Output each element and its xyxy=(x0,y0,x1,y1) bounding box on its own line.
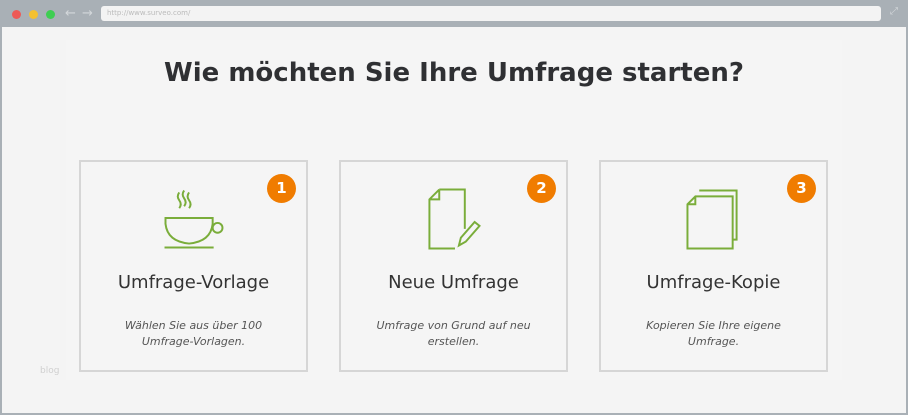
card-new-survey[interactable]: 2 Neue Umfrage Umfrage von Grund auf neu… xyxy=(339,160,568,372)
card-title: Umfrage-Vorlage xyxy=(117,272,270,293)
back-arrow-icon[interactable]: ← xyxy=(65,6,76,21)
maximize-window-button[interactable] xyxy=(46,10,55,19)
page-title: Wie möchten Sie Ihre Umfrage starten? xyxy=(164,58,744,88)
coffee-cup-icon xyxy=(164,189,224,249)
address-bar[interactable]: http://www.surveo.com/ xyxy=(101,6,881,21)
card-description: Kopieren Sie Ihre eigene Umfrage. xyxy=(646,319,781,348)
close-window-button[interactable] xyxy=(12,10,21,19)
document-pencil-icon xyxy=(428,188,481,250)
card-copy-survey[interactable]: 3 Umfrage-Kopie Kopieren Sie Ihre eigene… xyxy=(599,160,828,372)
copy-documents-icon xyxy=(686,189,738,250)
card-title: Neue Umfrage xyxy=(388,272,519,293)
card-description: Wählen Sie aus über 100 Umfrage-Vorlagen… xyxy=(124,319,263,348)
forward-arrow-icon[interactable]: → xyxy=(82,6,93,21)
card-title: Umfrage-Kopie xyxy=(646,272,781,293)
browser-window: ← → http://www.surveo.com/ ⤢ Wie möchten… xyxy=(0,0,908,415)
browser-toolbar: ← → http://www.surveo.com/ ⤢ xyxy=(2,0,906,27)
card-template[interactable]: 1 Umfrage-Vorlage Wählen Sie aus über 10… xyxy=(79,160,308,372)
card-description: Umfrage von Grund auf neu erstellen. xyxy=(376,319,531,348)
fullscreen-icon[interactable]: ⤢ xyxy=(890,6,898,17)
minimize-window-button[interactable] xyxy=(29,10,38,19)
watermark-text: blog xyxy=(40,366,60,376)
